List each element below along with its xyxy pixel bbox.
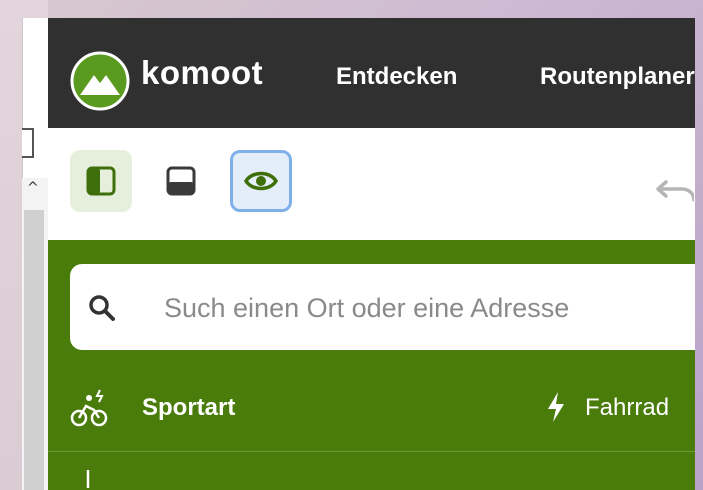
next-row-icon [86, 470, 90, 488]
sport-value: Fahrrad [585, 394, 670, 421]
top-navigation-bar: komoot Entdecken Routenplaner [48, 18, 695, 128]
panel-left-icon [86, 166, 116, 196]
panel-bottom-icon [166, 166, 196, 196]
background-scrollbar-thumb[interactable] [24, 210, 44, 490]
chevron-up-icon[interactable]: ^ [27, 180, 39, 196]
background-window-box [22, 128, 34, 158]
komoot-logo-icon[interactable] [70, 51, 130, 111]
planner-panel: Such einen Ort oder eine Adresse Sportar… [48, 240, 695, 490]
bicycle-icon [70, 389, 108, 427]
undo-icon[interactable] [654, 174, 694, 204]
search-icon [89, 295, 115, 321]
preview-eye-button[interactable] [230, 150, 292, 212]
sport-selector-row[interactable]: Sportart Fahrrad [48, 368, 695, 452]
panel-bottom-button[interactable] [150, 150, 212, 212]
view-toolbar [48, 128, 695, 240]
search-input[interactable]: Such einen Ort oder eine Adresse [70, 264, 695, 350]
eye-icon [244, 171, 278, 191]
nav-routenplaner[interactable]: Routenplaner [540, 63, 695, 91]
brand-name[interactable]: komoot [141, 54, 263, 92]
komoot-app-window: komoot Entdecken Routenplaner Such einen… [48, 18, 695, 490]
lightning-icon [548, 392, 564, 422]
search-placeholder: Such einen Ort oder eine Adresse [164, 293, 570, 323]
panel-left-button[interactable] [70, 150, 132, 212]
sport-label: Sportart [142, 394, 236, 421]
nav-entdecken[interactable]: Entdecken [336, 63, 457, 91]
